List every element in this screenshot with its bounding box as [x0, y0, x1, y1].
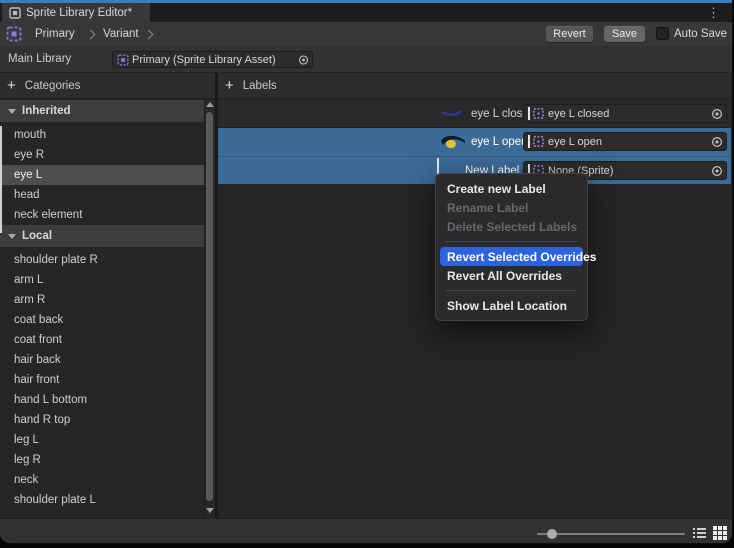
category-item-mouth[interactable]: mouth — [0, 125, 204, 145]
category-item-eye-l[interactable]: eye L — [0, 165, 204, 185]
label-name: eye L open — [471, 128, 527, 156]
main-library-object-value: Primary (Sprite Library Asset) — [132, 54, 276, 66]
categories-scrollbar-thumb[interactable] — [206, 112, 213, 501]
labels-panel-title: Labels — [243, 80, 277, 92]
object-picker-icon[interactable] — [298, 54, 309, 65]
sprite-icon — [533, 108, 544, 119]
toolbar: Primary Variant Revert Save Auto Save — [0, 22, 732, 46]
category-item-neck-element[interactable]: neck element — [0, 205, 204, 225]
sprite-library-window-icon — [9, 7, 21, 19]
menu-separator — [446, 290, 577, 291]
menu-item-revert-all-overrides[interactable]: Revert All Overrides — [440, 266, 583, 285]
sprite-object-field[interactable]: eye L closed — [523, 104, 727, 123]
breadcrumb-primary[interactable]: Primary — [35, 22, 75, 46]
category-item-shoulder-plate-r[interactable]: shoulder plate R — [0, 250, 204, 270]
revert-button[interactable]: Revert — [546, 26, 593, 42]
grid-view-icon[interactable] — [713, 526, 727, 540]
categories-panel-title: Categories — [25, 80, 81, 92]
category-item-arm-r[interactable]: arm R — [0, 290, 204, 310]
list-view-icon[interactable] — [693, 528, 706, 538]
category-item-hair-front[interactable]: hair front — [0, 370, 204, 390]
category-item-leg-l[interactable]: leg L — [0, 430, 204, 450]
bottom-bar — [0, 518, 732, 543]
override-bar — [528, 135, 530, 148]
main-library-label: Main Library — [8, 46, 71, 72]
group-header-local[interactable]: Local — [0, 225, 204, 247]
foldout-arrow-icon — [8, 109, 16, 114]
menu-item-show-label-location[interactable]: Show Label Location — [440, 296, 583, 315]
breadcrumb-primary-label: Primary — [35, 28, 75, 40]
tab-sprite-library-editor[interactable]: Sprite Library Editor* — [2, 3, 150, 22]
labels-panel-header: + Labels — [218, 73, 731, 99]
menu-separator — [446, 241, 577, 242]
categories-panel-header: + Categories — [0, 73, 215, 99]
breadcrumb-chevron-icon — [144, 30, 154, 40]
add-category-button[interactable]: + — [7, 78, 16, 93]
category-item-eye-r[interactable]: eye R — [0, 145, 204, 165]
group-name: Local — [22, 230, 52, 242]
thumbnail-zoom-slider-thumb[interactable] — [547, 529, 557, 539]
category-item-hand-l-bottom[interactable]: hand L bottom — [0, 390, 204, 410]
main-library-row: Main Library Primary (Sprite Library Ass… — [0, 46, 732, 73]
group-name: Inherited — [22, 105, 71, 117]
thumbnail-zoom-slider[interactable] — [537, 533, 685, 535]
object-picker-icon[interactable] — [711, 165, 723, 177]
sprite-library-icon — [6, 26, 22, 42]
menu-item-revert-selected-overrides[interactable]: Revert Selected Overrides — [440, 247, 583, 266]
main-library-object-field[interactable]: Primary (Sprite Library Asset) — [112, 51, 313, 68]
scroll-down-arrow-icon[interactable] — [206, 508, 214, 513]
label-row-eye-l-closed[interactable]: eye L closed eye L closed — [218, 100, 731, 128]
kebab-menu-icon[interactable]: ⋮ — [707, 4, 720, 21]
breadcrumb-variant[interactable]: Variant — [103, 22, 139, 46]
group-header-inherited[interactable]: Inherited — [0, 100, 204, 122]
tab-title: Sprite Library Editor* — [26, 7, 132, 19]
auto-save-label: Auto Save — [674, 22, 727, 46]
screenshot-root: Sprite Library Editor* ⋮ Primary Variant… — [0, 0, 734, 548]
context-menu: Create new Label Rename Label Delete Sel… — [435, 173, 588, 321]
object-picker-icon[interactable] — [711, 108, 723, 120]
sprite-object-field[interactable]: eye L open — [523, 132, 727, 151]
menu-item-delete-selected-labels: Delete Selected Labels — [440, 217, 583, 236]
menu-item-create-new-label[interactable]: Create new Label — [440, 179, 583, 198]
sprite-field-value: eye L open — [548, 136, 602, 148]
auto-save-checkbox[interactable] — [656, 27, 669, 40]
category-item-coat-back[interactable]: coat back — [0, 310, 204, 330]
breadcrumb-variant-label: Variant — [103, 28, 139, 40]
override-bar — [528, 107, 530, 120]
eye-open-sprite — [440, 132, 466, 152]
breadcrumb-chevron-icon — [86, 30, 96, 40]
sprite-field-value: eye L closed — [548, 108, 609, 120]
tab-bar: Sprite Library Editor* ⋮ — [0, 3, 732, 22]
sprite-icon — [533, 136, 544, 147]
category-item-arm-l[interactable]: arm L — [0, 270, 204, 290]
category-item-head[interactable]: head — [0, 185, 204, 205]
label-row-eye-l-open[interactable]: eye L open eye L open — [218, 128, 731, 156]
foldout-arrow-icon — [8, 234, 16, 239]
category-item-hand-r-top[interactable]: hand R top — [0, 410, 204, 430]
category-item-leg-r[interactable]: leg R — [0, 450, 204, 470]
sprite-library-asset-icon — [117, 54, 129, 66]
scroll-up-arrow-icon[interactable] — [206, 102, 214, 107]
eye-closed-sprite — [440, 107, 464, 121]
sprite-library-editor-window: Sprite Library Editor* ⋮ Primary Variant… — [0, 0, 732, 543]
category-item-hair-back[interactable]: hair back — [0, 350, 204, 370]
add-label-button[interactable]: + — [225, 78, 234, 93]
inherited-override-indicator — [0, 126, 2, 233]
object-picker-icon[interactable] — [711, 136, 723, 148]
category-item-neck[interactable]: neck — [0, 470, 204, 490]
category-item-coat-front[interactable]: coat front — [0, 330, 204, 350]
menu-item-rename-label: Rename Label — [440, 198, 583, 217]
save-button[interactable]: Save — [604, 26, 645, 42]
category-item-shoulder-plate-l[interactable]: shoulder plate L — [0, 490, 204, 510]
